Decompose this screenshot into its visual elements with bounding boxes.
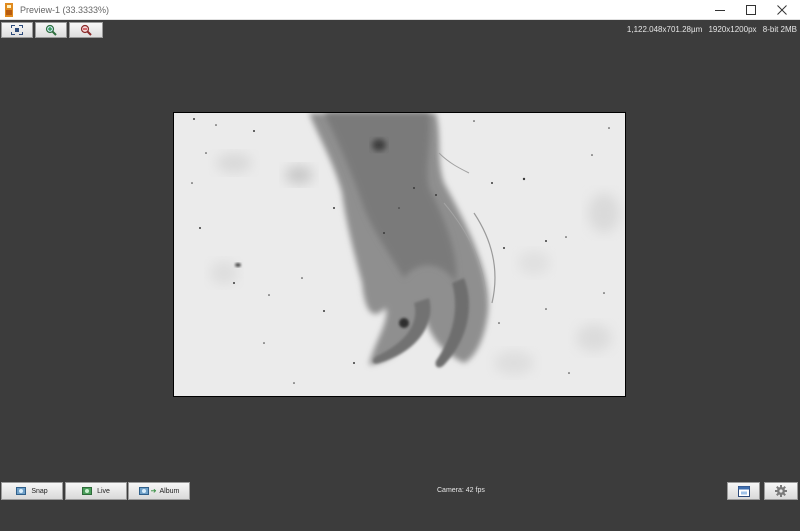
arrow-right-icon: ➔	[150, 488, 157, 495]
album-button[interactable]: ➔ Album	[128, 482, 190, 500]
camera-status: Camera: 42 fps	[437, 487, 485, 494]
microscope-image	[174, 113, 625, 396]
maximize-button[interactable]	[736, 0, 766, 20]
snap-camera-icon	[16, 487, 27, 495]
window-title: Preview-1 (33.3333%)	[20, 5, 110, 15]
physical-size: 1,122.048x701.28µm	[626, 25, 703, 34]
settings-gear-icon	[775, 485, 787, 497]
fit-to-window-icon	[11, 25, 23, 35]
pixel-size: 1920x1200px	[708, 25, 757, 34]
snap-button[interactable]: Snap	[1, 482, 63, 500]
live-label: Live	[97, 487, 110, 495]
image-info: 1,122.048x701.28µm 1920x1200px 8-bit 2MB	[623, 25, 797, 35]
snap-label: Snap	[31, 487, 48, 495]
live-camera-icon	[82, 487, 93, 495]
image-format: 8-bit 2MB	[762, 25, 797, 34]
save-window-icon	[737, 485, 750, 497]
live-button[interactable]: Live	[65, 482, 127, 500]
preview-window: Preview-1 (33.3333%) 1,122.048x701.28µm …	[0, 0, 800, 531]
close-button[interactable]	[767, 0, 797, 20]
save-window-button[interactable]	[727, 482, 760, 500]
app-icon	[4, 3, 14, 17]
album-label: Album	[159, 487, 180, 495]
minimize-button[interactable]	[705, 0, 735, 20]
settings-button[interactable]	[764, 482, 798, 500]
zoom-out-button[interactable]	[69, 22, 103, 38]
maximize-icon	[746, 5, 756, 15]
close-icon	[777, 5, 787, 15]
zoom-in-icon	[45, 24, 57, 36]
title-bar: Preview-1 (33.3333%)	[0, 0, 800, 20]
minimize-icon	[715, 10, 725, 11]
fit-to-window-button[interactable]	[1, 22, 33, 38]
album-icon	[138, 487, 149, 495]
zoom-out-icon	[80, 24, 92, 36]
image-preview[interactable]	[173, 112, 626, 397]
zoom-in-button[interactable]	[35, 22, 67, 38]
